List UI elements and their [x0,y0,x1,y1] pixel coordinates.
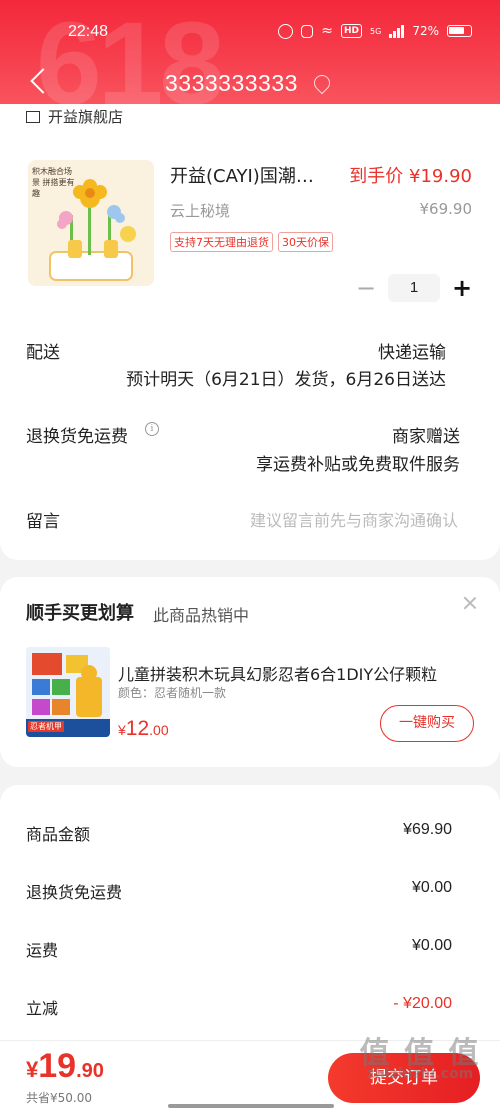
total-price: ¥19.90 [26,1047,104,1086]
return-shipping-label: 退换货免运费 [26,427,128,447]
recommend-price-dec: .00 [149,722,169,738]
alarm-icon [278,23,294,39]
back-arrow-icon[interactable] [28,66,58,100]
product-title[interactable]: 开益(CAYI)国潮积木花束 [170,162,330,188]
info-icon[interactable]: i [145,422,159,436]
battery-percent: 72% [412,24,439,38]
discount-value: - ¥20.00 [393,995,452,1012]
wifi-icon: ≈ [321,23,334,39]
delivery-estimate: 预计明天（6月21日）发货，6月26日送达 [126,370,446,390]
summary-value: ¥69.90 [403,821,452,838]
summary-value: ¥0.00 [411,937,452,954]
mute-icon [301,24,314,38]
recommend-title: 顺手买更划算 [26,603,134,624]
address-phone[interactable]: 3333333333 [165,70,298,97]
summary-label: 商品金额 [26,825,91,844]
total-int: 19 [38,1047,77,1085]
return-policy-tag: 支持7天无理由退货 [170,232,273,252]
home-indicator[interactable] [168,1104,334,1108]
total-currency: ¥ [26,1057,39,1082]
recommend-price-currency: ¥ [118,722,126,738]
saved-amount: 共省¥50.00 [26,1091,92,1105]
return-shipping-value: 商家赠送 [392,427,460,447]
status-bar: 22:48 ≈ HD 5G 72% [0,18,500,48]
order-item-card: 开益旗舰店 积木融合场景 拼搭更有趣 开益(CAYI)国潮积木花束 到手价 ¥1… [0,104,500,560]
location-icon[interactable] [310,71,334,95]
recommend-item-spec: 颜色：忍者随机一款 [118,686,227,700]
recommend-image-caption: 忍者机甲 [28,721,64,732]
watermark: 值 值 值 zhizhizhi.com [350,1028,490,1082]
summary-label: 立减 [26,999,59,1018]
price-protection-tag: 30天价保 [278,232,333,252]
network-label: 5G [370,26,382,36]
quantity-decrease-button[interactable]: − [354,276,378,300]
summary-label: 运费 [26,941,59,960]
one-click-buy-button[interactable]: 一键购买 [380,705,474,742]
return-shipping-desc: 享运费补贴或免费取件服务 [256,455,460,475]
recommend-card: 顺手买更划算 此商品热销中 忍者机甲 儿童拼装积木玩具幻影忍者6合1DIY公仔颗… [0,577,500,767]
delivery-method[interactable]: 快递运输 [378,338,446,363]
delivery-label: 配送 [26,343,60,363]
recommend-item-name[interactable]: 儿童拼装积木玩具幻影忍者6合1DIY公仔颗粒 [118,661,474,685]
hd-icon: HD [341,24,363,38]
recommend-subtitle: 此商品热销中 [153,606,250,625]
message-label: 留言 [26,512,60,532]
status-time: 22:48 [68,23,109,40]
product-shop-name: 云上秘境 [170,202,231,220]
quantity-stepper: − 1 + [354,274,474,302]
message-input[interactable]: 建议留言前先与商家沟通确认 [250,507,458,531]
signal-icon [389,24,405,38]
header-bar: 618 22:48 ≈ HD 5G 72% 3333333333 [0,0,500,118]
total-dec: .90 [76,1060,104,1082]
close-icon[interactable] [462,595,478,611]
product-image-caption: 积木融合场景 拼搭更有趣 [32,167,75,198]
original-price: ¥69.90 [419,200,473,218]
summary-label: 退换货免运费 [26,883,123,902]
status-icons: ≈ HD 5G 72% [278,23,472,39]
recommend-product-image[interactable]: 忍者机甲 [26,647,110,737]
shop-name: 开益旗舰店 [48,108,124,126]
shop-name-row[interactable]: 开益旗舰店 [26,106,123,127]
watermark-sub: zhizhizhi.com [366,1066,474,1082]
shop-icon [26,111,40,123]
recommend-price-int: 12 [125,717,150,740]
quantity-increase-button[interactable]: + [450,276,474,300]
final-price: 到手价 ¥19.90 [349,166,472,187]
battery-icon [447,25,472,37]
recommend-price: ¥12.00 [118,717,169,741]
product-image[interactable]: 积木融合场景 拼搭更有趣 [28,160,154,286]
quantity-value[interactable]: 1 [388,274,440,302]
summary-value: ¥0.00 [411,879,452,896]
service-tags: 支持7天无理由退货 30天价保 [170,232,333,252]
